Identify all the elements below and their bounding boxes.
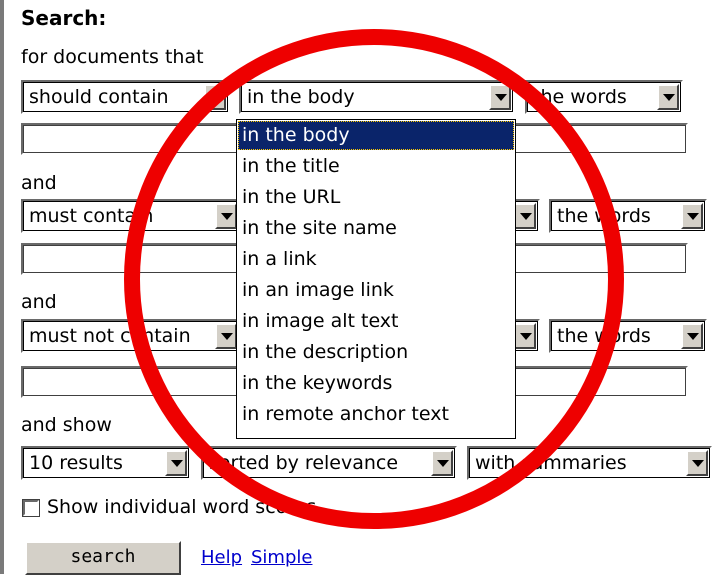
and-show-label: and show — [21, 414, 112, 436]
chevron-down-icon[interactable] — [431, 450, 453, 476]
dropdown-option[interactable]: in remote anchor text — [238, 400, 514, 429]
chevron-down-icon[interactable] — [657, 84, 679, 110]
words-select-1[interactable]: the words — [525, 80, 683, 114]
dropdown-option[interactable]: in an image link — [238, 276, 514, 305]
location-dropdown-list: in the body in the title in the URL in t… — [236, 119, 516, 439]
chevron-down-icon[interactable] — [489, 84, 511, 110]
contain-select-3[interactable]: must not contain — [21, 319, 241, 353]
location-select-1-value: in the body — [247, 86, 355, 108]
dropdown-option[interactable]: in a link — [238, 245, 514, 274]
dropdown-option[interactable]: in the URL — [238, 183, 514, 212]
chevron-down-icon[interactable] — [686, 450, 708, 476]
dropdown-option[interactable]: in the keywords — [238, 369, 514, 398]
sort-select[interactable]: sorted by relevance — [201, 446, 457, 480]
words-select-3-value: the words — [557, 325, 651, 347]
dropdown-option[interactable]: in the body — [238, 121, 514, 150]
contain-select-1-value: should contain — [29, 86, 169, 108]
and-label-2: and — [21, 291, 57, 313]
search-heading: Search: — [21, 6, 107, 30]
sort-select-value: sorted by relevance — [209, 452, 399, 474]
contain-select-2-value: must contain — [29, 205, 154, 227]
show-scores-checkbox[interactable] — [22, 499, 40, 517]
chevron-down-icon[interactable] — [681, 323, 703, 349]
search-button[interactable]: search — [25, 541, 181, 575]
chevron-down-icon[interactable] — [215, 203, 237, 229]
contain-select-2[interactable]: must contain — [21, 199, 241, 233]
chevron-down-icon[interactable] — [204, 84, 226, 110]
dropdown-option[interactable]: in the description — [238, 338, 514, 367]
chevron-down-icon[interactable] — [681, 203, 703, 229]
contain-select-1[interactable]: should contain — [21, 80, 230, 114]
left-border — [0, 0, 4, 574]
results-count-value: 10 results — [29, 452, 123, 474]
simple-link[interactable]: Simple — [251, 547, 312, 568]
words-select-2[interactable]: the words — [549, 199, 707, 233]
show-scores-label: Show individual word scores — [47, 496, 317, 518]
words-select-3[interactable]: the words — [549, 319, 707, 353]
dropdown-option[interactable]: in the title — [238, 152, 514, 181]
dropdown-option[interactable]: in the site name — [238, 214, 514, 243]
chevron-down-icon[interactable] — [514, 203, 536, 229]
chevron-down-icon[interactable] — [514, 323, 536, 349]
intro-label: for documents that — [21, 46, 204, 68]
location-select-1[interactable]: in the body — [239, 80, 515, 114]
words-select-1-value: the words — [533, 86, 627, 108]
dropdown-option[interactable]: in image alt text — [238, 307, 514, 336]
help-link[interactable]: Help — [201, 547, 242, 568]
results-count-select[interactable]: 10 results — [21, 446, 191, 480]
summaries-select-value: with summaries — [475, 452, 627, 474]
summaries-select[interactable]: with summaries — [467, 446, 712, 480]
and-label-1: and — [21, 172, 57, 194]
chevron-down-icon[interactable] — [215, 323, 237, 349]
words-select-2-value: the words — [557, 205, 651, 227]
contain-select-3-value: must not contain — [29, 325, 191, 347]
chevron-down-icon[interactable] — [165, 450, 187, 476]
